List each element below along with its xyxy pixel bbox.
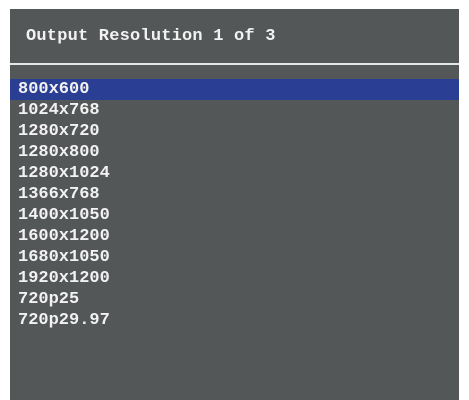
resolution-option-1680x1050[interactable]: 1680x1050 [10, 247, 459, 268]
resolution-option-1280x800[interactable]: 1280x800 [10, 142, 459, 163]
resolution-options-list: 800x600 1024x768 1280x720 1280x800 1280x… [10, 79, 459, 331]
menu-header: Output Resolution 1 of 3 [10, 9, 459, 65]
resolution-option-1400x1050[interactable]: 1400x1050 [10, 205, 459, 226]
menu-title: Output Resolution 1 of 3 [26, 26, 276, 46]
resolution-option-1280x720[interactable]: 1280x720 [10, 121, 459, 142]
resolution-option-720p25[interactable]: 720p25 [10, 289, 459, 310]
resolution-option-1280x1024[interactable]: 1280x1024 [10, 163, 459, 184]
resolution-option-1366x768[interactable]: 1366x768 [10, 184, 459, 205]
resolution-option-1600x1200[interactable]: 1600x1200 [10, 226, 459, 247]
resolution-option-800x600[interactable]: 800x600 [10, 79, 459, 100]
resolution-option-1920x1200[interactable]: 1920x1200 [10, 268, 459, 289]
resolution-menu-panel: Output Resolution 1 of 3 800x600 1024x76… [10, 9, 459, 400]
resolution-option-720p29-97[interactable]: 720p29.97 [10, 310, 459, 331]
resolution-option-1024x768[interactable]: 1024x768 [10, 100, 459, 121]
